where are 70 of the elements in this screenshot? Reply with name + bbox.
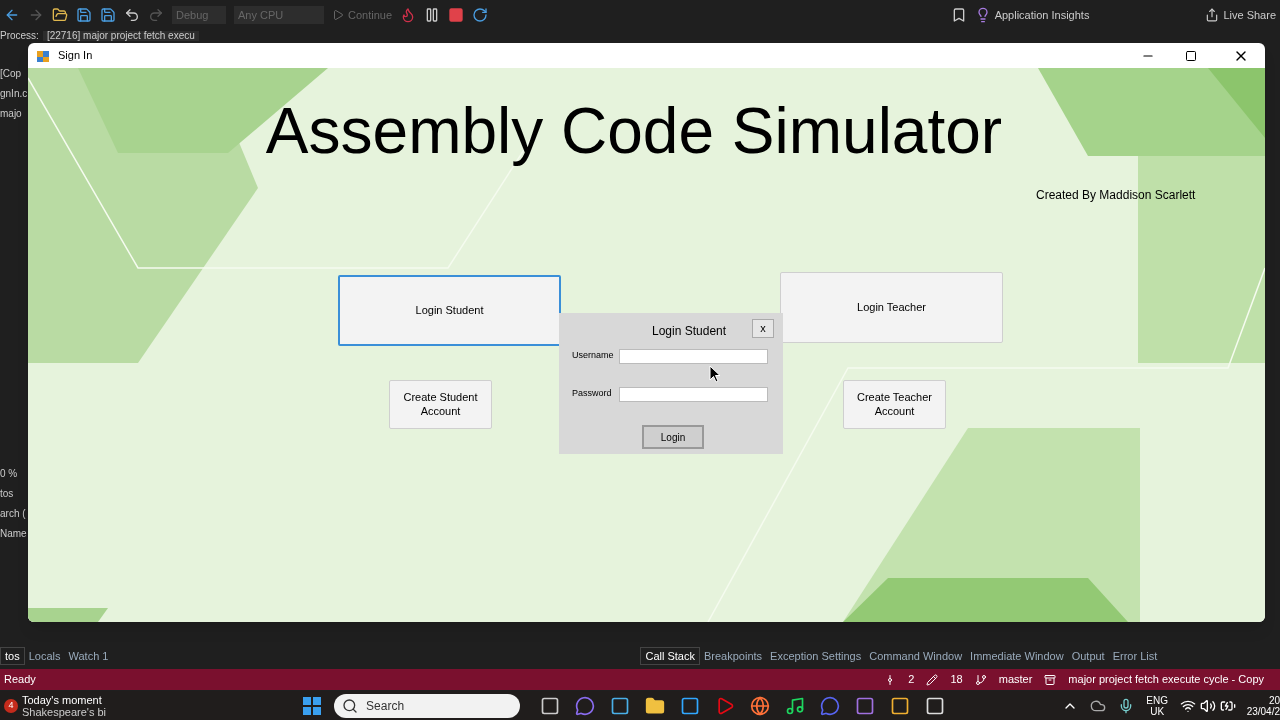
share-icon [1205,8,1220,22]
maximize-icon[interactable] [1185,49,1197,62]
form-button[interactable]: Create Student Account [389,380,492,429]
mouse-cursor-icon [709,365,721,383]
folder-icon[interactable] [52,7,68,23]
panel-tab[interactable]: Command Window [865,647,967,665]
save-all-icon[interactable] [100,7,116,23]
repo-icon [1044,673,1057,686]
undo-icon[interactable] [124,7,140,23]
edit-count[interactable]: 18 [950,671,963,688]
input-field[interactable] [619,349,768,364]
process-label: Process: [0,31,39,41]
restart-icon[interactable] [472,7,489,23]
search-field[interactable]: Search [334,693,521,718]
form-button[interactable]: Create Teacher Account [843,380,946,429]
browser-icon[interactable] [750,695,771,716]
back-icon[interactable] [4,7,20,23]
panel-tab[interactable]: Exception Settings [766,647,866,665]
search-icon [342,697,359,714]
stop-icon[interactable] [448,7,465,23]
volume-icon[interactable] [1200,697,1216,714]
panel-text: tos [0,488,15,500]
music-icon[interactable] [785,695,806,716]
panel-tab[interactable]: Immediate Window [966,647,1068,665]
panel-tab[interactable]: Output [1067,647,1109,665]
insights-button[interactable]: Application Insights [974,6,1090,24]
process-dropdown[interactable]: [22716] major project fetch execu [42,31,199,41]
panel-tab[interactable]: tos [0,647,25,665]
widget-title[interactable]: Today's moment [22,693,107,706]
panel-text: 0 % [0,468,19,480]
commit-count[interactable]: 2 [908,671,915,688]
field-label: Password [572,387,612,400]
close-button[interactable]: x [752,319,774,338]
input-field[interactable] [619,387,768,402]
clock-date[interactable]: 23/04/2 [1246,705,1280,717]
branch-name[interactable]: master [998,671,1033,688]
chat-icon[interactable] [575,695,596,716]
app-heading: Assembly Code Simulator [264,94,1004,169]
form-button[interactable]: Login Student [338,275,561,346]
branch-icon [974,673,987,686]
region-text[interactable]: UK [1150,705,1165,717]
clock-time[interactable]: 20 [1268,694,1280,706]
dialog-title: Login Student [652,323,727,340]
panel-text: [Cop [0,68,23,80]
panel-tab[interactable]: Breakpoints [699,647,767,665]
panel-tab[interactable]: Locals [24,647,65,665]
panel-text: gnIn.c [0,88,28,100]
live-share-button[interactable]: Live Share [1205,6,1276,24]
field-label: Username [572,349,614,362]
panel-tab[interactable]: Error List [1108,647,1162,665]
windows-icon[interactable] [302,695,323,716]
panel-text: majo [0,108,23,120]
panel-text: arch ( [0,508,27,520]
play-icon [332,9,344,21]
panel-tab[interactable]: Call Stack [640,647,700,665]
repo-name[interactable]: major project fetch execute cycle - Copy [1068,671,1264,688]
pencil-icon [926,673,939,686]
play-icon[interactable] [715,695,736,716]
notification-badge: 4 [4,698,18,713]
panel-tab[interactable]: Watch 1 [64,647,113,665]
window-title: Sign In [58,48,93,64]
login-button[interactable]: Login [642,425,704,449]
status-text: Ready [4,672,36,688]
credit-text: Created By Maddison Scarlett [1036,187,1196,204]
form-button[interactable]: Login Teacher [780,272,1003,343]
widget-subtitle[interactable]: Shakespeare's bi [22,705,107,718]
language-text[interactable]: ENG [1146,694,1168,706]
save-icon[interactable] [76,7,92,23]
folder-icon[interactable] [645,695,666,716]
panel-text: Name [0,528,28,540]
